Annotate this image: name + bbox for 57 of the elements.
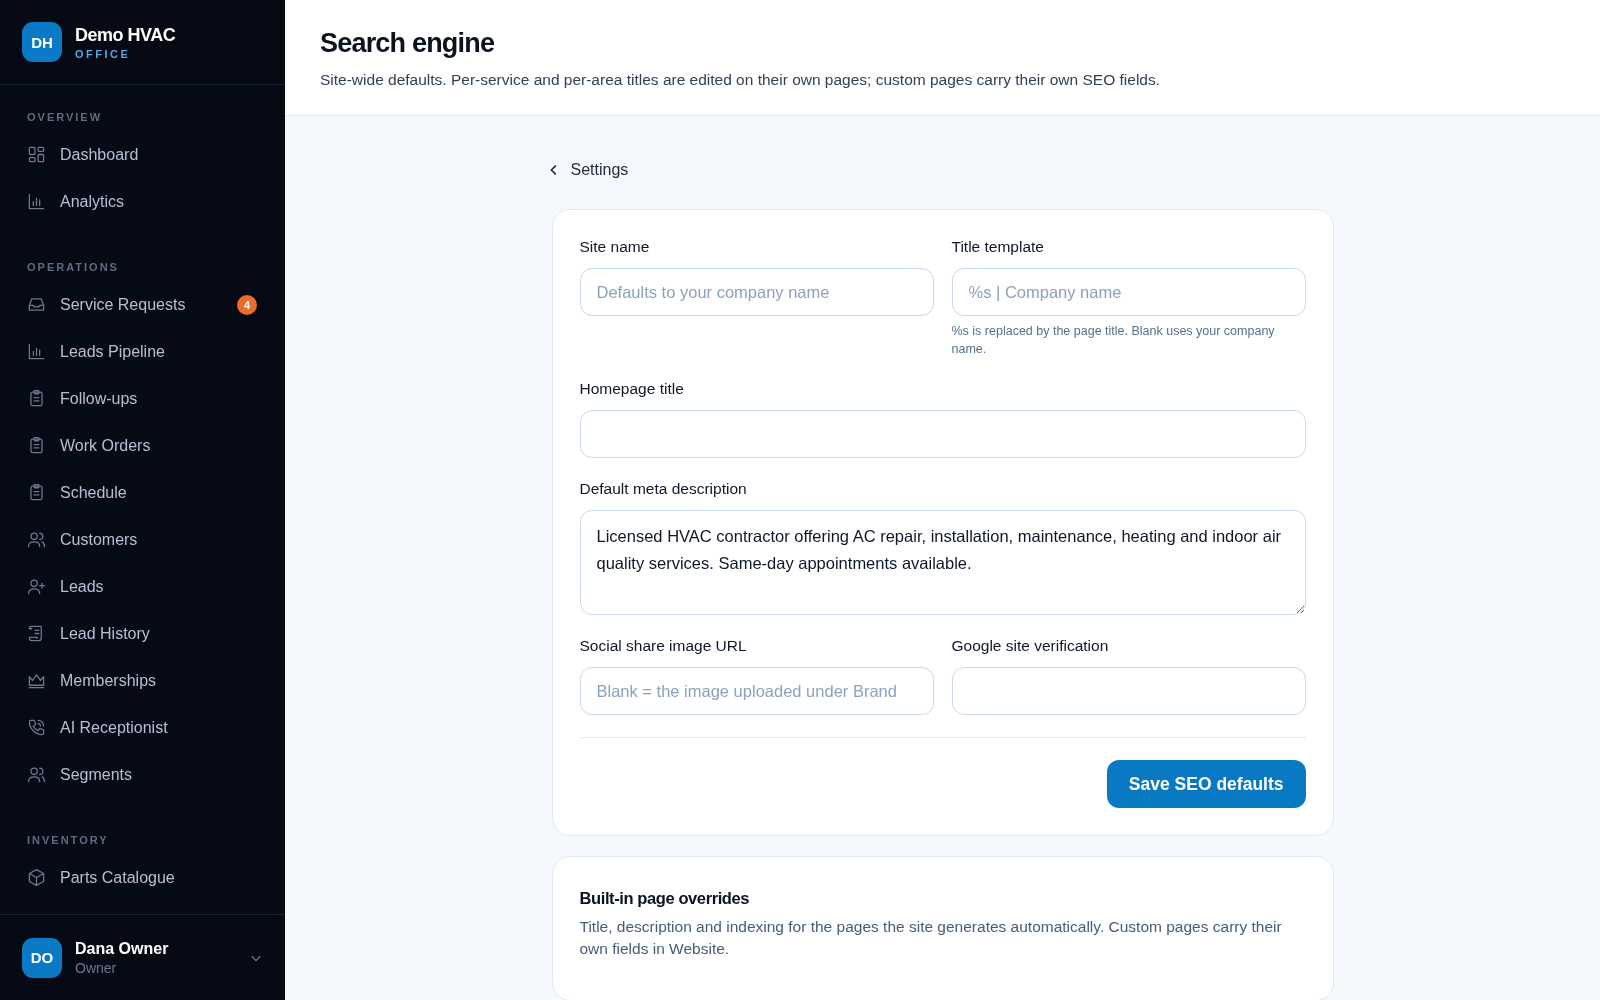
- grid-icon: [27, 145, 46, 164]
- field-label: Default meta description: [579, 480, 748, 498]
- section-heading: INVENTORY: [26, 833, 110, 848]
- save-button[interactable]: Save SEO defaults: [1106, 760, 1306, 808]
- brand-name: Demo HVAC: [75, 24, 176, 46]
- input-field[interactable]: Defaults to your company name: [579, 268, 934, 316]
- user-menu[interactable]: DO Dana Owner Owner: [0, 914, 285, 1000]
- back-link[interactable]: Settings: [546, 161, 629, 179]
- sidebar-item[interactable]: Lead History: [0, 610, 285, 657]
- sidebar-item[interactable]: Leads Pipeline: [0, 328, 285, 375]
- phone-icon: [27, 718, 46, 737]
- box-icon: [27, 868, 46, 887]
- clipboard-icon: [27, 483, 46, 502]
- field-label: Google site verification: [951, 637, 1110, 655]
- sidebar-item[interactable]: Memberships: [0, 657, 285, 704]
- input-field[interactable]: [951, 667, 1306, 715]
- sidebar-item[interactable]: AI Receptionist: [0, 704, 285, 751]
- sidebar-item[interactable]: Parts Catalogue: [0, 854, 285, 901]
- user-plus-icon: [27, 577, 46, 596]
- sidebar-item[interactable]: Dashboard: [0, 131, 285, 178]
- users-icon: [27, 530, 46, 549]
- sidebar-item[interactable]: Analytics: [0, 178, 285, 225]
- page-subtitle: Site-wide defaults. Per-service and per-area titles are edited on their own pages; custom pages carry their own SEO fields.: [320, 71, 1161, 89]
- inbox-icon: [27, 295, 46, 314]
- section-title: Built-in page overrides: [579, 889, 751, 908]
- input-field[interactable]: Blank = the image uploaded under Brand: [579, 667, 934, 715]
- user-avatar: DO: [22, 937, 62, 978]
- sidebar-item[interactable]: Schedule: [0, 469, 285, 516]
- brand-logo: DH: [22, 22, 62, 62]
- sidebar-item[interactable]: Segments: [0, 751, 285, 798]
- crown-icon: [27, 671, 46, 690]
- field-label: Site name: [579, 238, 651, 256]
- field-label: Title template: [951, 238, 1045, 256]
- section-heading: OPERATIONS: [26, 260, 120, 275]
- section-heading: OVERVIEW: [26, 110, 104, 125]
- sidebar-item[interactable]: Follow-ups: [0, 375, 285, 422]
- page-title: Search engine: [320, 28, 496, 59]
- bars-icon: [27, 192, 46, 211]
- users-icon: [27, 765, 46, 784]
- field-hint: %s is replaced by the page title. Blank uses your company name.: [951, 323, 1276, 358]
- sidebar-item[interactable]: Work Orders: [0, 422, 285, 469]
- brand-subtitle: OFFICE: [75, 47, 132, 60]
- text-area[interactable]: Licensed HVAC contractor offering AC repair, installation, maintenance, heating and indoor air quality services. Same-day appointments available.: [579, 510, 1306, 615]
- sidebar-item[interactable]: Service Requests 4: [0, 281, 285, 328]
- user-name: Dana Owner: [75, 939, 169, 958]
- bars-icon: [27, 342, 46, 361]
- input-field[interactable]: [579, 410, 1306, 458]
- field-label: Homepage title: [579, 380, 685, 398]
- section-description: Title, description and indexing for the pages the site generates automatically. Custom pages carry their own fields in Website.: [579, 917, 1283, 959]
- count-badge: 4: [237, 294, 257, 315]
- user-role: Owner: [75, 959, 118, 976]
- input-field[interactable]: %s | Company name: [951, 268, 1306, 316]
- sidebar-item[interactable]: Leads: [0, 563, 285, 610]
- sidebar-item[interactable]: Customers: [0, 516, 285, 563]
- clipboard-icon: [27, 389, 46, 408]
- field-label: Social share image URL: [579, 637, 748, 655]
- clipboard-icon: [27, 436, 46, 455]
